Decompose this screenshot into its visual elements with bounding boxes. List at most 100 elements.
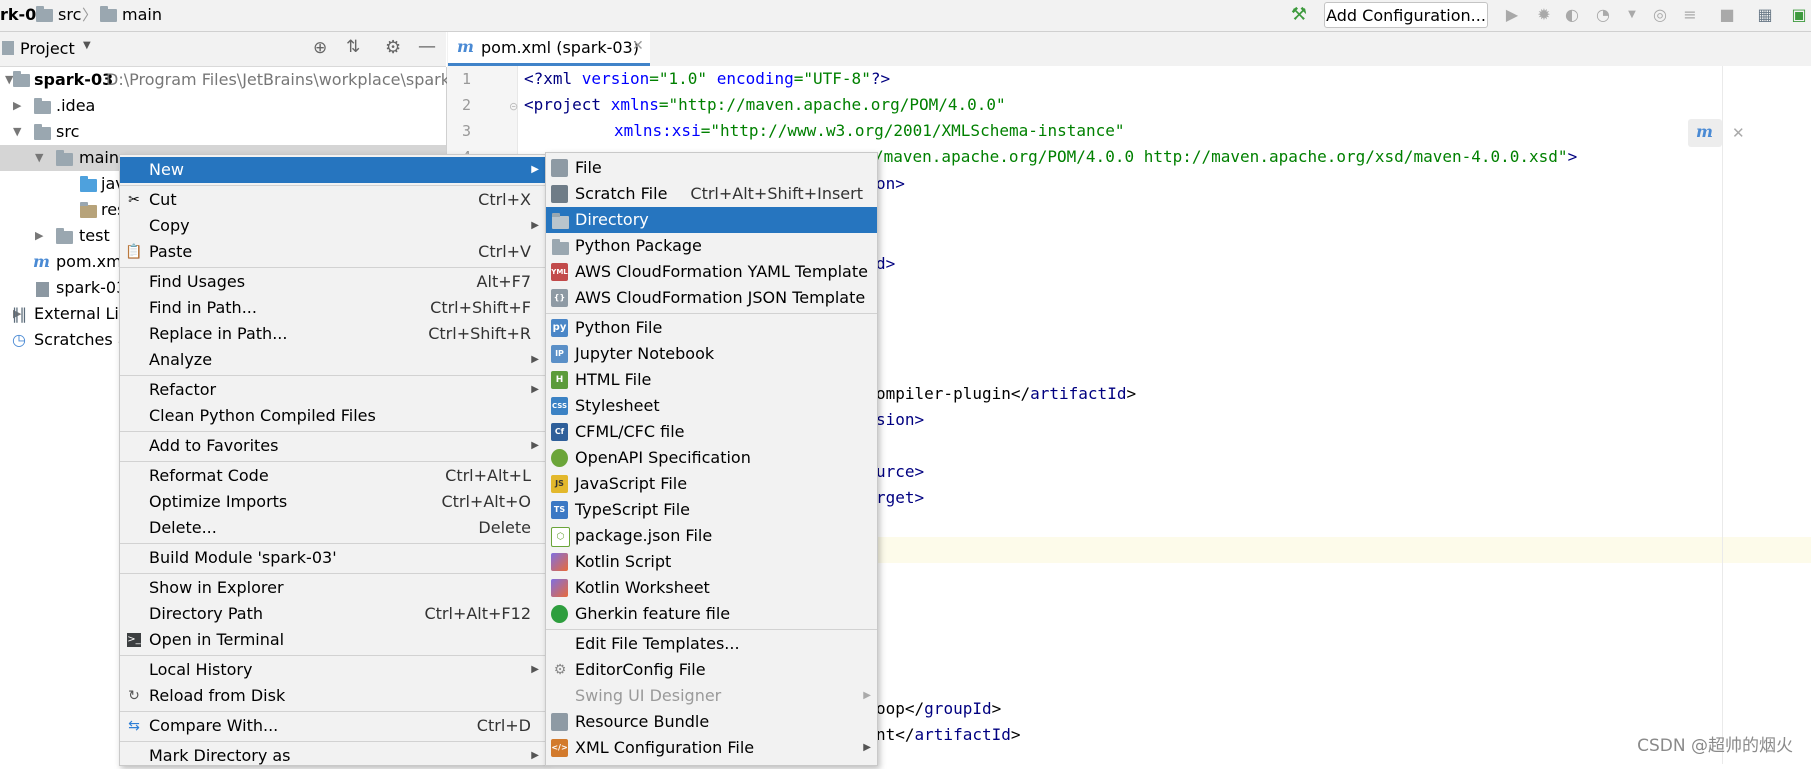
debug-icon[interactable]: ✹ <box>1535 6 1553 24</box>
menu-item-mark-directory-as[interactable]: Mark Directory as ▶ <box>120 743 545 769</box>
menu-item-label: Compare With... <box>149 716 279 735</box>
chevron-down-icon[interactable]: ▼ <box>83 40 91 51</box>
new-item-package-json[interactable]: ⬡ package.json File <box>546 523 877 549</box>
menu-item-find-usages[interactable]: Find Usages Alt+F7 <box>120 269 545 295</box>
menu-separator <box>120 267 545 268</box>
close-icon[interactable]: ✕ <box>632 38 644 54</box>
menu-item-cut[interactable]: ✂ Cut Ctrl+X <box>120 187 545 213</box>
new-item-directory[interactable]: Directory <box>546 207 877 233</box>
menu-item-new[interactable]: New ▶ <box>120 157 545 183</box>
tree-item-label: test <box>79 226 110 245</box>
chevron-down-icon[interactable]: ▼ <box>1623 6 1641 24</box>
profile-icon[interactable]: ◔ <box>1594 6 1612 24</box>
menu-item-label: Open in Terminal <box>149 630 285 649</box>
close-icon[interactable]: ✕ <box>1732 124 1745 142</box>
tree-item-src[interactable]: ▼ src <box>0 119 446 145</box>
new-item-python-file[interactable]: py Python File <box>546 315 877 341</box>
menu-item-label: Delete... <box>149 518 217 537</box>
yaml-icon: YML <box>551 263 568 281</box>
new-item-kotlin-script[interactable]: Kotlin Script <box>546 549 877 575</box>
new-item-jupyter[interactable]: IP Jupyter Notebook <box>546 341 877 367</box>
hide-icon[interactable]: — <box>418 36 436 57</box>
code-token: /maven.apache.org/POM/4.0.0 http://maven… <box>874 147 1568 166</box>
menu-item-directory-path[interactable]: Directory Path Ctrl+Alt+F12 <box>120 601 545 627</box>
new-item-gherkin[interactable]: Gherkin feature file <box>546 601 877 627</box>
menu-separator <box>120 655 545 656</box>
tree-item-label: pom.xml <box>56 252 127 271</box>
new-item-edit-file-templates[interactable]: Edit File Templates... <box>546 631 877 657</box>
menu-item-shortcut: Alt+F7 <box>476 272 531 291</box>
code-token: "UTF-8" <box>803 69 871 88</box>
new-item-typescript[interactable]: TS TypeScript File <box>546 497 877 523</box>
menu-item-open-in-terminal[interactable]: >_ Open in Terminal <box>120 627 545 653</box>
line-number: 1 <box>461 70 471 88</box>
breadcrumb-src[interactable]: src <box>58 5 81 24</box>
right-margin-guide <box>1722 66 1723 764</box>
menu-item-optimize-imports[interactable]: Optimize Imports Ctrl+Alt+O <box>120 489 545 515</box>
new-item-javascript[interactable]: JS JavaScript File <box>546 471 877 497</box>
code-token: xmlns:xsi <box>614 121 701 140</box>
gear-icon[interactable]: ⚙ <box>385 37 401 58</box>
chevron-right-icon[interactable]: ▶ <box>35 223 43 249</box>
locate-file-icon[interactable]: ⊕ <box>313 38 327 58</box>
chevron-down-icon[interactable]: ▼ <box>35 145 43 171</box>
fold-icon[interactable]: ⊝ <box>509 100 518 113</box>
menu-item-label: CFML/CFC file <box>575 422 685 441</box>
menu-item-show-in-explorer[interactable]: Show in Explorer <box>120 575 545 601</box>
new-item-aws-json[interactable]: {} AWS CloudFormation JSON Template <box>546 285 877 311</box>
menu-item-label: Reload from Disk <box>149 686 286 705</box>
menu-item-add-to-favorites[interactable]: Add to Favorites ▶ <box>120 433 545 459</box>
menu-item-paste[interactable]: 📋 Paste Ctrl+V <box>120 239 545 265</box>
menu-item-local-history[interactable]: Local History ▶ <box>120 657 545 683</box>
add-configuration-button[interactable]: Add Configuration... <box>1324 2 1488 28</box>
menu-separator <box>120 431 545 432</box>
stop-icon[interactable]: ■ <box>1718 6 1736 24</box>
coverage-icon[interactable]: ◐ <box>1563 6 1581 24</box>
menu-item-find-in-path[interactable]: Find in Path... Ctrl+Shift+F <box>120 295 545 321</box>
new-item-stylesheet[interactable]: CSS Stylesheet <box>546 393 877 419</box>
chevron-down-icon[interactable]: ▼ <box>13 119 21 145</box>
tree-item-idea[interactable]: ▶ .idea <box>0 93 446 119</box>
menu-item-analyze[interactable]: Analyze ▶ <box>120 347 545 373</box>
menu-separator <box>546 313 877 314</box>
chevron-right-icon[interactable]: ▶ <box>13 93 21 119</box>
tree-item-project-root[interactable]: ▼ spark-03 D:\Program Files\JetBrains\wo… <box>0 67 476 93</box>
menu-item-build-module[interactable]: Build Module 'spark-03' <box>120 545 545 571</box>
new-item-scratch-file[interactable]: Scratch File Ctrl+Alt+Shift+Insert <box>546 181 877 207</box>
breadcrumb-main[interactable]: main <box>122 5 162 24</box>
project-view-title[interactable]: Project <box>20 39 75 58</box>
maven-reload-button[interactable]: m <box>1688 119 1722 147</box>
new-item-kotlin-worksheet[interactable]: Kotlin Worksheet <box>546 575 877 601</box>
tree-item-label: src <box>56 122 80 141</box>
new-item-editorconfig[interactable]: ⚙ EditorConfig File <box>546 657 877 683</box>
new-item-openapi[interactable]: OpenAPI Specification <box>546 445 877 471</box>
menu-item-delete[interactable]: Delete... Delete <box>120 515 545 541</box>
menu-item-reformat-code[interactable]: Reformat Code Ctrl+Alt+L <box>120 463 545 489</box>
tab-pom-xml[interactable]: m pom.xml (spark-03) ✕ <box>448 32 650 66</box>
build-hammer-icon[interactable]: ⚒ <box>1290 6 1308 24</box>
new-item-resource-bundle[interactable]: Resource Bundle <box>546 709 877 735</box>
vcs-update-icon[interactable]: ▣ <box>1790 6 1808 24</box>
menu-item-copy[interactable]: Copy ▶ <box>120 213 545 239</box>
menu-item-refactor[interactable]: Refactor ▶ <box>120 377 545 403</box>
new-item-xml-config[interactable]: </> XML Configuration File ▶ <box>546 735 877 761</box>
collapse-all-icon[interactable]: ⇅ <box>346 37 360 57</box>
new-item-aws-yaml[interactable]: YML AWS CloudFormation YAML Template <box>546 259 877 285</box>
menu-item-compare-with[interactable]: ⇆ Compare With... Ctrl+D <box>120 713 545 739</box>
new-item-python-package[interactable]: Python Package <box>546 233 877 259</box>
tree-item-label: main <box>79 148 119 167</box>
run-icon[interactable]: ▶ <box>1503 6 1521 24</box>
attach-profiler-icon[interactable]: ◎ <box>1651 6 1669 24</box>
xml-config-icon: </> <box>551 739 568 757</box>
menu-item-replace-in-path[interactable]: Replace in Path... Ctrl+Shift+R <box>120 321 545 347</box>
project-structure-icon[interactable]: ▦ <box>1756 6 1774 24</box>
concurrency-icon[interactable]: ≡ <box>1681 6 1699 24</box>
new-item-cfml[interactable]: Cf CFML/CFC file <box>546 419 877 445</box>
new-item-html-file[interactable]: H HTML File <box>546 367 877 393</box>
menu-item-clean-python[interactable]: Clean Python Compiled Files <box>120 403 545 429</box>
menu-item-label: Resource Bundle <box>575 712 710 731</box>
typescript-icon: TS <box>551 501 568 519</box>
menu-item-reload-from-disk[interactable]: ↻ Reload from Disk <box>120 683 545 709</box>
new-item-file[interactable]: File <box>546 155 877 181</box>
library-icon: ‖‖ <box>12 305 27 323</box>
